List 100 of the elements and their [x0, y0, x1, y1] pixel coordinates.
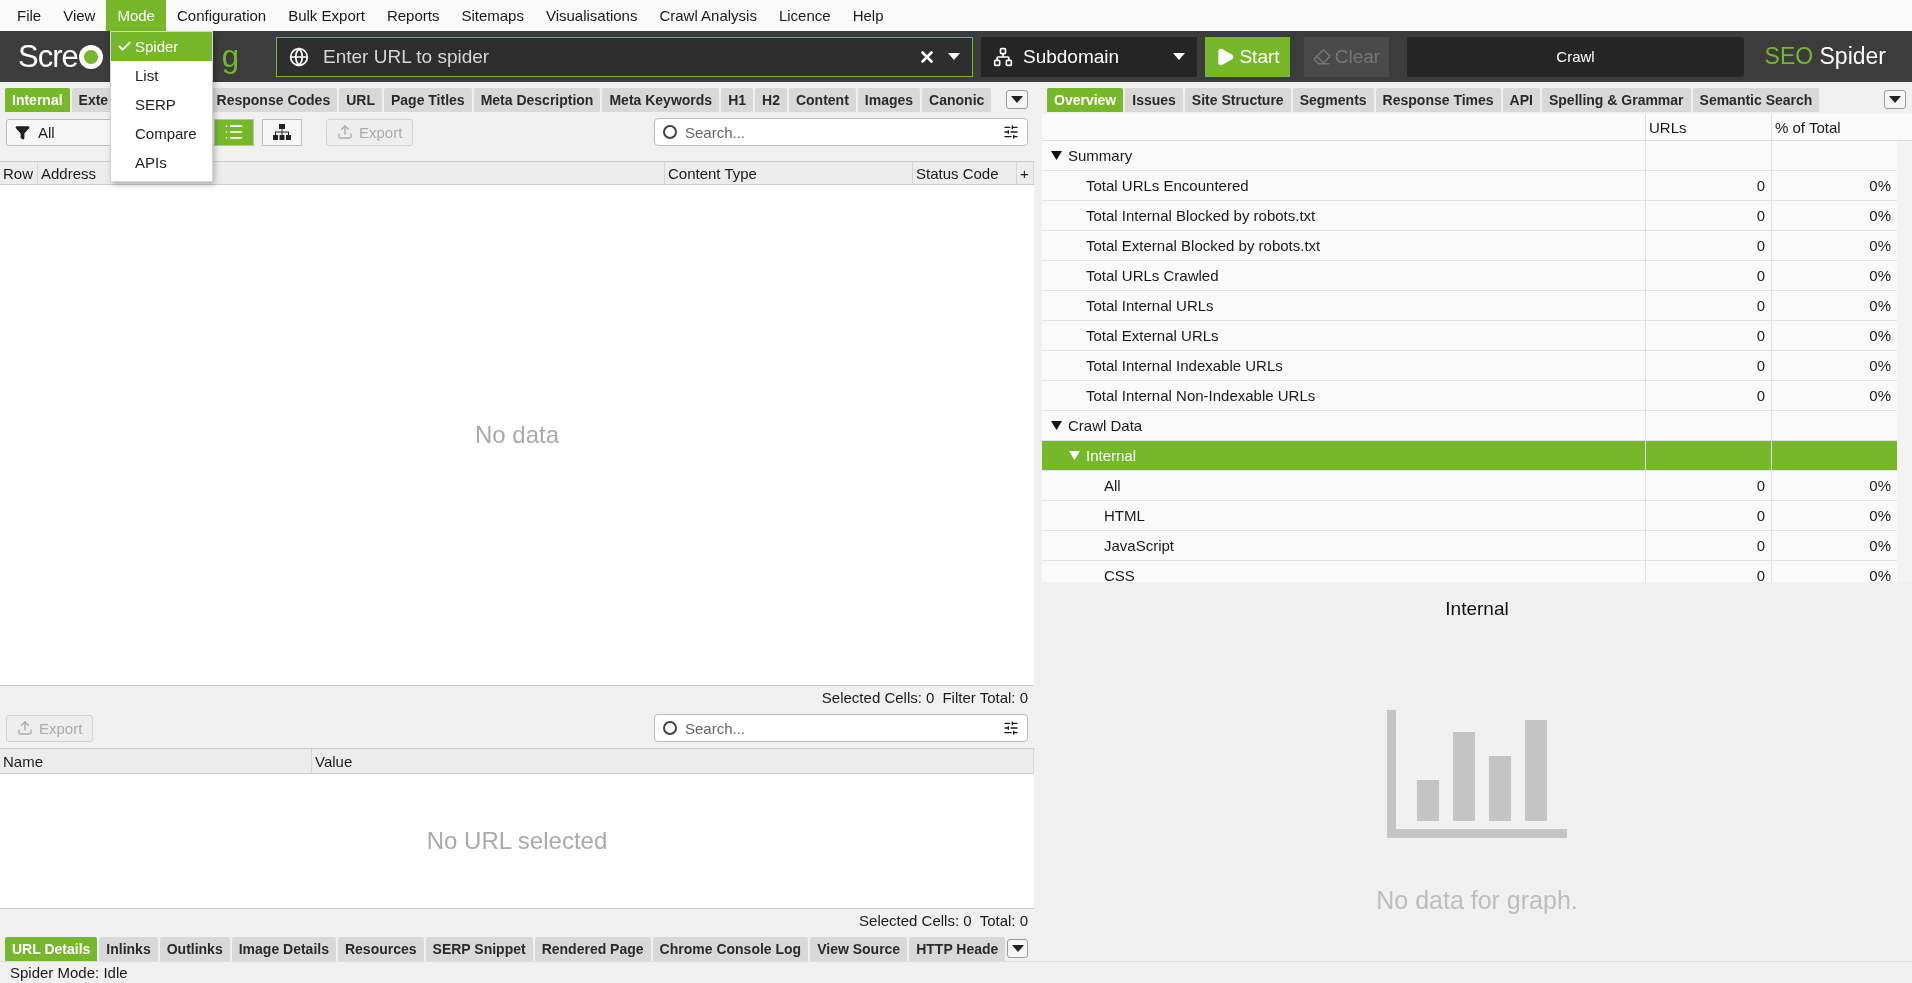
menu-item[interactable]: Bulk Export — [277, 0, 376, 31]
caret-icon — [1011, 95, 1023, 104]
menu-item[interactable]: View — [52, 0, 107, 31]
row-label: Total External URLs — [1086, 327, 1219, 344]
tree-view-button[interactable] — [262, 118, 302, 146]
tab[interactable]: Resources — [337, 937, 424, 961]
column-header[interactable]: URLs — [1645, 114, 1771, 140]
url-field[interactable]: Enter URL to spider — [276, 36, 973, 77]
row-label: All — [1104, 477, 1121, 494]
table-cell: 0 — [1645, 381, 1771, 410]
tab[interactable]: Chrome Console Log — [652, 937, 809, 961]
column-header[interactable]: Name — [0, 749, 312, 773]
search-field[interactable]: Search... — [654, 118, 1028, 146]
menu-option[interactable]: List — [111, 61, 212, 90]
tab[interactable]: Site Structure — [1184, 88, 1291, 112]
row-label: JavaScript — [1104, 537, 1175, 554]
tab[interactable]: Segments — [1292, 88, 1374, 112]
more-tabs-button[interactable] — [1006, 90, 1028, 109]
tree-row[interactable]: Crawl Data — [1042, 411, 1897, 441]
table-cell: 0 — [1645, 171, 1771, 200]
column-header[interactable]: Status Code — [913, 162, 1017, 184]
progress-label: Crawl — [1556, 48, 1595, 65]
table-cell: 0 — [1645, 201, 1771, 230]
tree-row[interactable]: All 0 0% — [1042, 471, 1897, 501]
settings-icon[interactable] — [1003, 124, 1019, 140]
menu-item[interactable]: Visualisations — [534, 0, 649, 31]
tab[interactable]: View Source — [810, 937, 908, 961]
tab[interactable]: Outlinks — [159, 937, 230, 961]
tab[interactable]: Spelling & Grammar — [1541, 88, 1691, 112]
tab[interactable]: Page Titles — [383, 88, 472, 112]
tab[interactable]: Content — [788, 88, 856, 112]
hierarchy-icon — [993, 46, 1013, 67]
table-cell: 0 — [1645, 501, 1771, 530]
tab[interactable]: Images — [857, 88, 921, 112]
settings-icon[interactable] — [1003, 720, 1019, 736]
table-cell: 0% — [1771, 261, 1897, 290]
column-header[interactable]: Row — [0, 162, 38, 184]
menu-option[interactable]: SERP — [111, 90, 212, 119]
tree-row[interactable]: Total External Blocked by robots.txt 0 0% — [1042, 231, 1897, 261]
column-header[interactable]: % of Total — [1771, 114, 1897, 140]
tab[interactable]: Inlinks — [99, 937, 158, 961]
menu-item[interactable]: Crawl Analysis — [648, 0, 768, 31]
column-header[interactable]: Content Type — [665, 162, 913, 184]
tab[interactable]: H2 — [755, 88, 787, 112]
row-label: Total Internal Non-Indexable URLs — [1086, 387, 1316, 404]
eraser-icon — [1312, 47, 1331, 66]
more-tabs-button[interactable] — [1884, 90, 1906, 109]
expanded-icon[interactable] — [1051, 421, 1062, 430]
globe-icon — [289, 46, 309, 67]
tree-row[interactable]: Summary — [1042, 141, 1897, 171]
tab[interactable]: Response Times — [1375, 88, 1501, 112]
menu-item[interactable]: Help — [841, 0, 895, 31]
scope-dropdown[interactable]: Subdomain — [981, 36, 1197, 77]
play-icon — [1215, 46, 1236, 67]
row-label: Internal — [1086, 447, 1137, 464]
tab[interactable]: H1 — [721, 88, 754, 112]
tab[interactable]: SERP Snippet — [425, 937, 533, 961]
column-header[interactable]: Value — [312, 749, 1034, 773]
tab[interactable]: Canonic — [922, 88, 992, 112]
expanded-icon[interactable] — [1051, 151, 1062, 160]
menu-item[interactable]: Sitemaps — [450, 0, 535, 31]
table-cell: 0% — [1771, 291, 1897, 320]
graph-title: Internal — [1445, 598, 1509, 620]
row-label: CSS — [1104, 567, 1135, 582]
tab[interactable]: HTTP Heade — [909, 937, 1006, 961]
row-label: Total Internal URLs — [1086, 297, 1214, 314]
empty-message: No data — [474, 421, 560, 449]
table-cell: 0% — [1771, 501, 1897, 530]
search-icon — [663, 125, 677, 139]
tree-row[interactable]: JavaScript 0 0% — [1042, 531, 1897, 561]
tree-row[interactable]: Total URLs Encountered 0 0% — [1042, 171, 1897, 201]
selected-cells-count: Selected Cells: 0 — [821, 688, 935, 706]
menu-item[interactable]: Licence — [767, 0, 842, 31]
tree-row[interactable]: Total Internal Indexable URLs 0 0% — [1042, 351, 1897, 381]
row-label: Total URLs Encountered — [1086, 177, 1249, 194]
column-header[interactable]: + — [1017, 162, 1034, 184]
tree-row[interactable]: Total Internal Blocked by robots.txt 0 0% — [1042, 201, 1897, 231]
tree-row[interactable]: Total Internal Non-Indexable URLs 0 0% — [1042, 381, 1897, 411]
tab[interactable]: URL — [339, 88, 382, 112]
tab[interactable]: Semantic Search — [1692, 88, 1820, 112]
tree-row[interactable]: Total Internal URLs 0 0% — [1042, 291, 1897, 321]
row-label: HTML — [1104, 507, 1145, 524]
tab[interactable]: Meta Description — [473, 88, 601, 112]
more-tabs-button[interactable] — [1007, 939, 1028, 958]
tree-row[interactable]: HTML 0 0% — [1042, 501, 1897, 531]
table-cell: 0% — [1771, 471, 1897, 500]
tab[interactable]: Meta Keywords — [602, 88, 720, 112]
tree-row[interactable]: Total External URLs 0 0% — [1042, 321, 1897, 351]
tree-row[interactable]: Total URLs Crawled 0 0% — [1042, 261, 1897, 291]
menu-item[interactable]: Configuration — [165, 0, 278, 31]
url-input[interactable]: Enter URL to spider — [321, 44, 906, 69]
tab[interactable]: API — [1502, 88, 1540, 112]
table-cell: 0% — [1771, 231, 1897, 260]
menu-item[interactable]: File — [6, 0, 53, 31]
tab[interactable]: Rendered Page — [534, 937, 651, 961]
list-view-button[interactable] — [214, 118, 254, 146]
menu-item[interactable]: Reports — [375, 0, 451, 31]
search-field[interactable]: Search... — [654, 714, 1028, 742]
tab[interactable]: Issues — [1125, 88, 1183, 112]
tab[interactable]: Image Details — [231, 937, 336, 961]
